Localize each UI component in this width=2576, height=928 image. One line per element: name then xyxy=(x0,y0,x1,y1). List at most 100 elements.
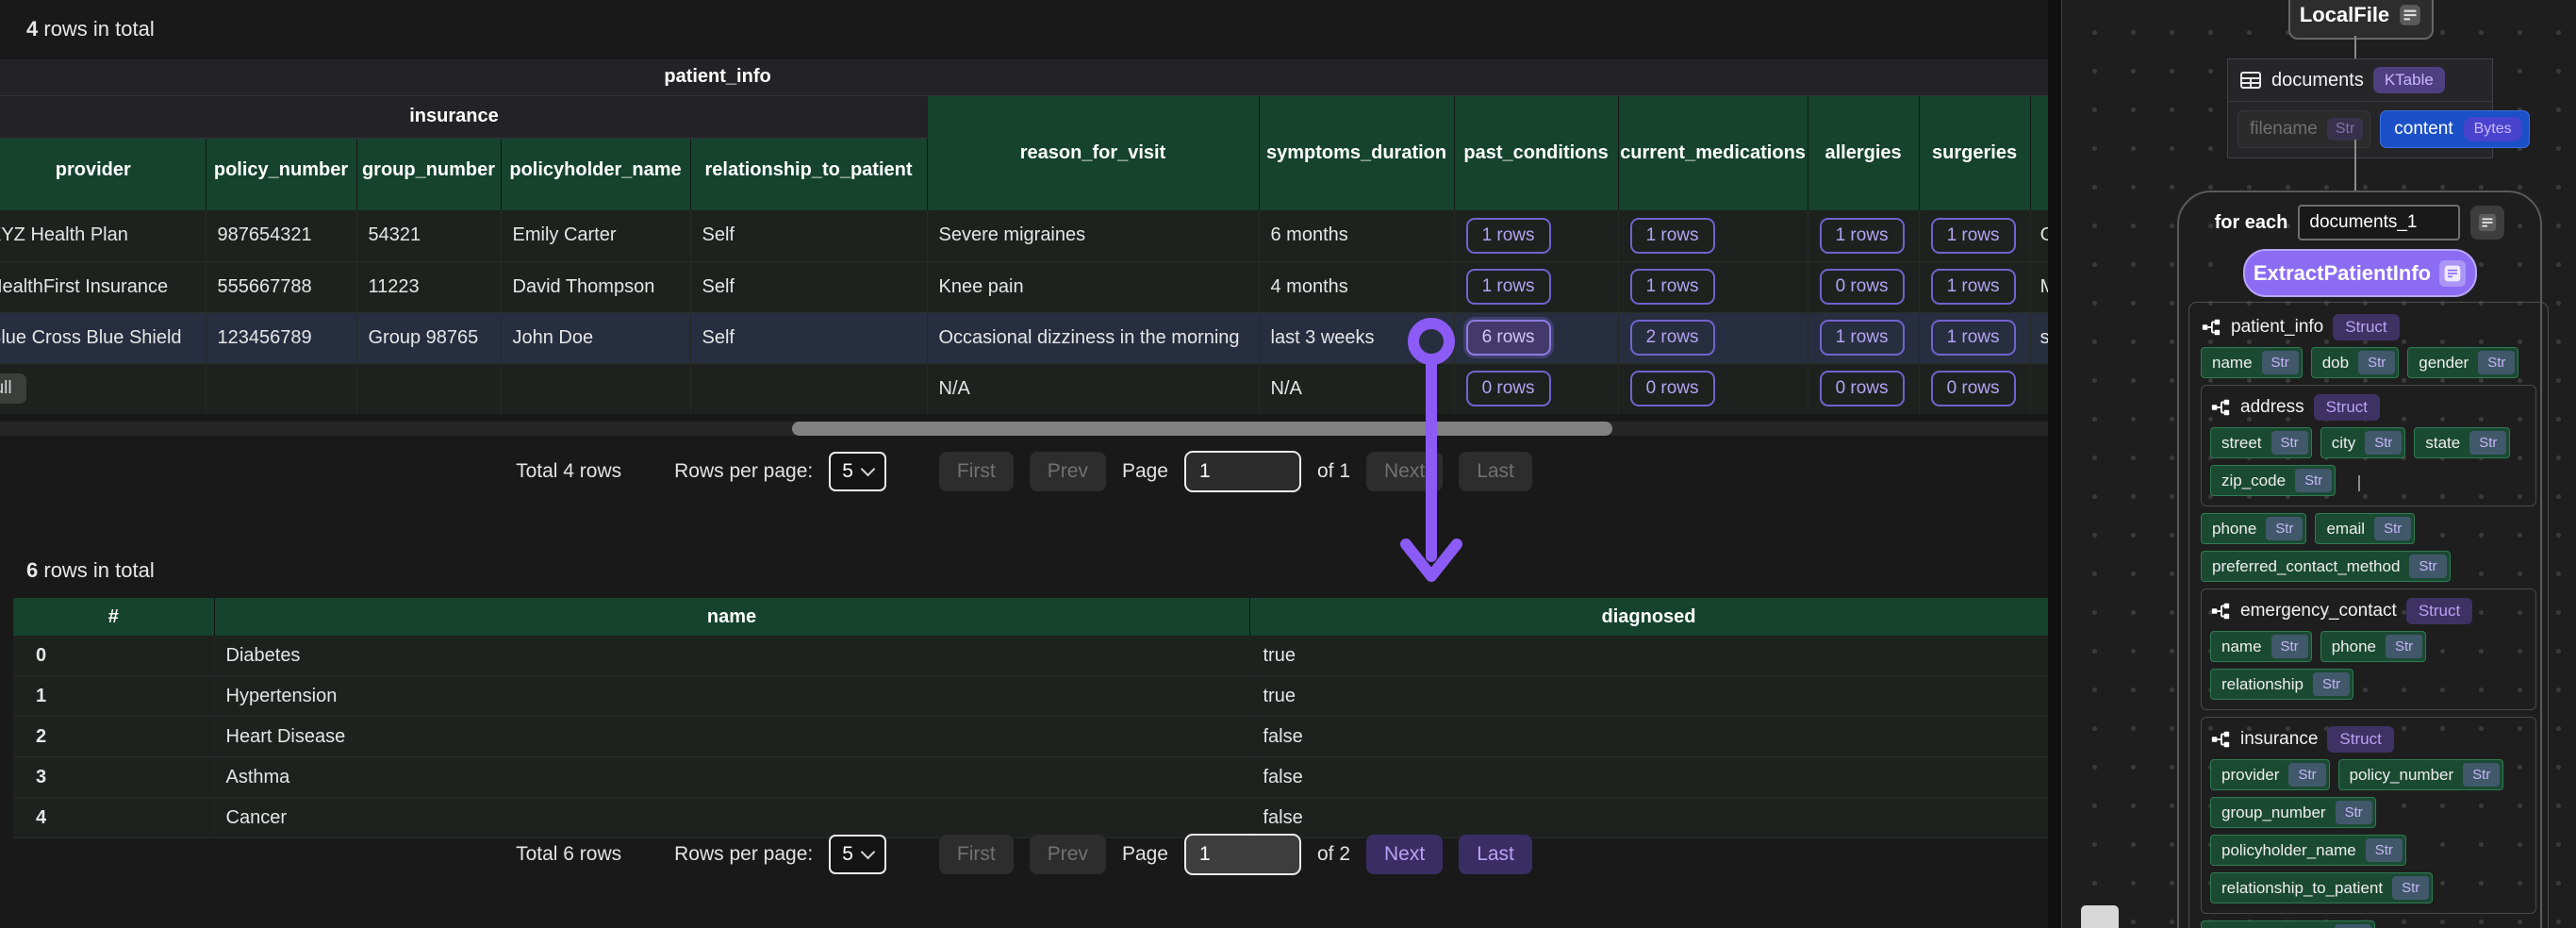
col-header-symptoms-duration: symptoms_duration xyxy=(1259,95,1454,210)
localfile-node[interactable]: LocalFile xyxy=(2288,0,2434,40)
schema-struct-header: emergency_contactStruct xyxy=(2210,598,2527,624)
expand-past-conditions-button[interactable]: 0 rows xyxy=(1466,371,1551,406)
first-page-button[interactable]: First xyxy=(939,835,1014,874)
chevron-down-icon xyxy=(861,845,876,860)
schema-field-relationship[interactable]: relationshipStr xyxy=(2210,669,2353,700)
schema-field-gender[interactable]: genderStr xyxy=(2407,347,2518,378)
schema-field-provider[interactable]: providerStr xyxy=(2210,759,2330,790)
field-chip-content[interactable]: contentBytes xyxy=(2380,110,2529,148)
col-header-overflow xyxy=(2030,95,2048,210)
flow-panel: LocalFile documents KTable filenameStr c… xyxy=(2062,0,2576,928)
expand-allergies-button[interactable]: 1 rows xyxy=(1820,218,1905,254)
rows-per-page-label: Rows per page: xyxy=(674,843,813,866)
rows-per-page-select[interactable]: 5 xyxy=(829,835,886,874)
extract-patient-info-button[interactable]: ExtractPatientInfo xyxy=(2243,249,2477,297)
col-header-group-number: group_number xyxy=(356,138,501,210)
next-page-button[interactable]: Next xyxy=(1366,452,1443,491)
table1-title: 4 rows in total xyxy=(26,17,155,41)
col-header-policy-number: policy_number xyxy=(206,138,356,210)
schema-field-policy-number[interactable]: policy_numberStr xyxy=(2338,759,2504,790)
table2-pagination: Total 6 rows Rows per page: 5 First Prev… xyxy=(0,834,2048,875)
last-page-button[interactable]: Last xyxy=(1459,452,1532,491)
expand-surgeries-button[interactable]: 1 rows xyxy=(1931,269,2016,305)
schema-field-phone[interactable]: phoneStr xyxy=(2320,631,2426,662)
prev-page-button[interactable]: Prev xyxy=(1030,452,1106,491)
note-icon-button[interactable] xyxy=(2470,206,2504,240)
expand-surgeries-button[interactable]: 0 rows xyxy=(1931,371,2016,406)
table-row[interactable]: XYZ Health Plan98765432154321Emily Carte… xyxy=(0,210,2048,261)
expand-surgeries-button[interactable]: 1 rows xyxy=(1931,218,2016,254)
table-row[interactable]: 3Asthmafalse xyxy=(13,757,2048,798)
table-row[interactable]: nullN/AN/A0 rows0 rows0 rows0 rowsnull xyxy=(0,363,2048,414)
scrollbar-thumb[interactable] xyxy=(792,422,1612,436)
expand-surgeries-button[interactable]: 1 rows xyxy=(1931,320,2016,356)
struct-badge: Struct xyxy=(2333,314,2399,340)
schema-field-row: nameStr dobStrgenderStr xyxy=(2201,347,2536,378)
group-header-insurance: insurance xyxy=(0,95,927,138)
schema-field-policyholder-name[interactable]: policyholder_nameStr xyxy=(2210,835,2406,866)
expand-allergies-button[interactable]: 0 rows xyxy=(1820,269,1905,305)
documents-node[interactable]: documents KTable filenameStr contentByte… xyxy=(2227,58,2493,158)
schema-field-name[interactable]: nameStr xyxy=(2210,631,2312,662)
schema-field-preferred-contact-method[interactable]: preferred_contact_methodStr xyxy=(2201,551,2451,582)
table-row[interactable]: 0Diabetestrue xyxy=(13,636,2048,676)
schema-field-street[interactable]: streetStr xyxy=(2210,427,2312,458)
schema-field-name[interactable]: nameStr xyxy=(2201,347,2303,378)
expand-past-conditions-button[interactable]: 1 rows xyxy=(1466,218,1551,254)
expand-past-conditions-button[interactable]: 1 rows xyxy=(1466,269,1551,305)
struct-badge: Struct xyxy=(2406,598,2472,624)
type-badge: Str xyxy=(2266,517,2303,540)
type-badge: Str xyxy=(2386,635,2422,658)
foreach-source-input[interactable]: documents_1 xyxy=(2298,205,2460,240)
first-page-button[interactable]: First xyxy=(939,452,1014,491)
col-header-reason-for-visit: reason_for_visit xyxy=(927,95,1259,210)
expand-allergies-button[interactable]: 1 rows xyxy=(1820,320,1905,356)
last-page-button[interactable]: Last xyxy=(1459,835,1532,874)
connector-line xyxy=(2354,140,2356,191)
schema-field-zip-code[interactable]: zip_codeStr xyxy=(2210,465,2336,496)
panel-divider[interactable] xyxy=(2048,0,2062,928)
schema-field-dob[interactable]: dobStr xyxy=(2311,347,2400,378)
schema-root-row: patient_info Struct xyxy=(2201,314,2536,340)
schema-field-state[interactable]: stateStr xyxy=(2414,427,2510,458)
schema-field-row: relationshipStr xyxy=(2210,669,2527,700)
expand-current-medications-button[interactable]: 0 rows xyxy=(1630,371,1715,406)
table-row[interactable]: Blue Cross Blue Shield123456789Group 987… xyxy=(0,312,2048,363)
expand-current-medications-button[interactable]: 1 rows xyxy=(1630,218,1715,254)
results-area: 4 rows in total patient_info insurance r… xyxy=(0,0,2048,928)
struct-icon xyxy=(2201,317,2221,338)
schema-field-reason-for-visit[interactable]: reason_for_visitStr xyxy=(2201,920,2375,928)
expand-current-medications-button[interactable]: 1 rows xyxy=(1630,269,1715,305)
expand-allergies-button[interactable]: 0 rows xyxy=(1820,371,1905,406)
col-header-current-medications: current_medications xyxy=(1618,95,1808,210)
page-number-input[interactable]: 1 xyxy=(1184,834,1301,875)
group-header-spacer xyxy=(1454,59,2048,95)
next-page-button[interactable]: Next xyxy=(1366,835,1443,874)
rows-per-page-select[interactable]: 5 xyxy=(829,452,886,491)
expand-past-conditions-button[interactable]: 6 rows xyxy=(1466,320,1551,356)
schema-field-phone[interactable]: phoneStr xyxy=(2201,513,2306,544)
table-row[interactable]: HealthFirst Insurance55566778811223David… xyxy=(0,261,2048,312)
schema-field-row: zip_codeStr xyxy=(2210,465,2527,496)
table-row[interactable]: 1Hypertensiontrue xyxy=(13,676,2048,717)
table1-row-count: 4 xyxy=(26,17,38,41)
table2-row-count: 6 xyxy=(26,558,38,582)
schema-field-row: providerStr policy_numberStr xyxy=(2210,759,2527,790)
prev-page-button[interactable]: Prev xyxy=(1030,835,1106,874)
col-header-policyholder-name: policyholder_name xyxy=(501,138,690,210)
field-chip-filename[interactable]: filenameStr xyxy=(2237,110,2370,148)
type-badge: Str xyxy=(2469,431,2506,455)
page-number-input[interactable]: 1 xyxy=(1184,451,1301,492)
schema-field-relationship-to-patient[interactable]: relationship_to_patientStr xyxy=(2210,872,2433,903)
schema-field-city[interactable]: cityStr xyxy=(2320,427,2406,458)
type-badge: Bytes xyxy=(2464,117,2522,141)
schema-field-group-number[interactable]: group_numberStr xyxy=(2210,797,2376,828)
type-badge: Str xyxy=(2392,876,2429,900)
table-row[interactable]: 4Cancerfalse xyxy=(13,798,2048,838)
schema-field-email[interactable]: emailStr xyxy=(2315,513,2415,544)
schema-field-row: streetStr cityStr stateStr xyxy=(2210,427,2527,458)
expand-current-medications-button[interactable]: 2 rows xyxy=(1630,320,1715,356)
horizontal-scrollbar[interactable] xyxy=(0,422,2048,436)
table-row[interactable]: 2Heart Diseasefalse xyxy=(13,717,2048,757)
type-badge: Str xyxy=(2365,431,2402,455)
